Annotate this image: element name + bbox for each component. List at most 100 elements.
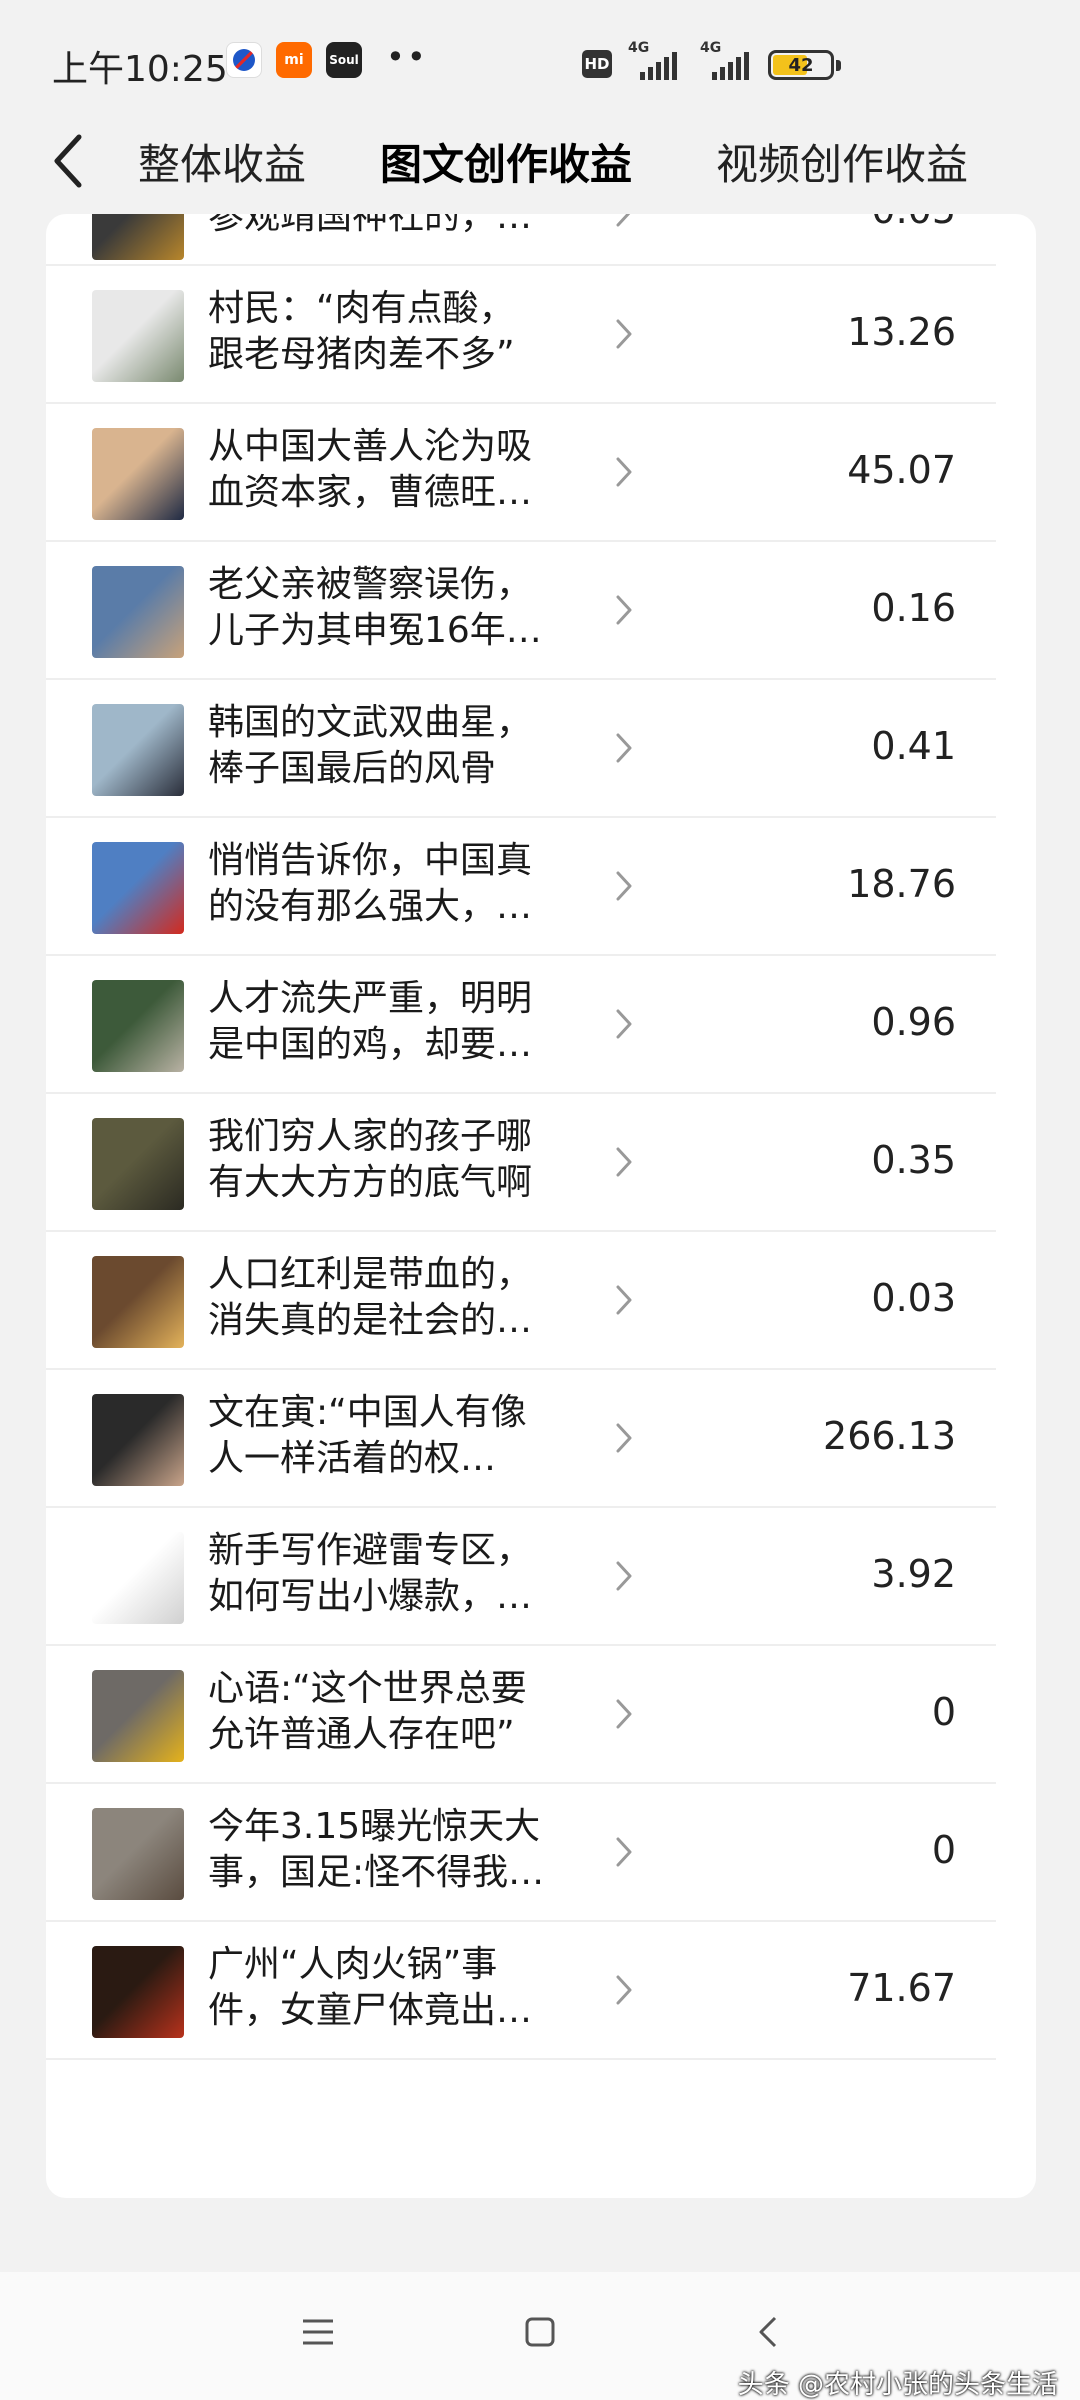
chevron-right-icon xyxy=(612,1144,636,1180)
tab-article-earnings[interactable]: 图文创作收益 xyxy=(380,126,632,196)
article-row[interactable]: 从中国大善人沦为吸 血资本家，曹德旺… 45.07 xyxy=(46,404,996,542)
article-title-line: 消失真的是社会的… xyxy=(208,1300,533,1341)
article-row[interactable]: 老父亲被警察误伤， 儿子为其申冤16年… 0.16 xyxy=(46,542,996,680)
article-row[interactable]: 韩国的文武双曲星， 棒子国最后的风骨 0.41 xyxy=(46,680,996,818)
tab-overall-earnings[interactable]: 整体收益 xyxy=(138,126,306,196)
article-title-line: 今年3.15曝光惊天大 xyxy=(208,1806,541,1847)
article-row[interactable]: 心语:“这个世界总要 允许普通人存在吧” 0 xyxy=(46,1646,996,1784)
earnings-amount: 0.03 xyxy=(871,1276,956,1320)
article-title-line: 人才流失严重，明明 xyxy=(208,978,533,1019)
article-row[interactable]: 人才流失严重，明明 是中国的鸡，却要… 0.96 xyxy=(46,956,996,1094)
recent-apps-button[interactable] xyxy=(288,2302,348,2362)
article-title-line: 是中国的鸡，却要… xyxy=(208,1024,533,1065)
article-row[interactable]: 我们穷人家的孩子哪 有大大方方的底气啊 0.35 xyxy=(46,1094,996,1232)
article-row[interactable]: 人口红利是带血的， 消失真的是社会的… 0.03 xyxy=(46,1232,996,1370)
article-row[interactable]: 广州“人肉火锅”事 件，女童尸体竟出… 71.67 xyxy=(46,1922,996,2060)
article-title-line: 村民：“肉有点酸， xyxy=(208,288,515,329)
article-title-line: 我们穷人家的孩子哪 xyxy=(208,1116,533,1157)
article-list: 参观靖国神社的，… 0.05 村民：“肉有点酸， 跟老母猪肉差不多” 13.26 从中国大… xyxy=(46,214,1036,2060)
article-title: 韩国的文武双曲星， 棒子国最后的风骨 xyxy=(208,700,588,792)
chevron-right-icon xyxy=(612,1558,636,1594)
square-icon xyxy=(525,2317,555,2347)
home-button[interactable] xyxy=(510,2302,570,2362)
article-title-line: 文在寅:“中国人有像 xyxy=(208,1392,527,1433)
system-back-button[interactable] xyxy=(738,2302,798,2362)
article-title-line: 事，国足:怪不得我… xyxy=(208,1852,545,1893)
chevron-right-icon xyxy=(612,1420,636,1456)
article-title-line: 新手写作避雷专区， xyxy=(208,1530,533,1571)
article-row[interactable]: 文在寅:“中国人有像 人一样活着的权… 266.13 xyxy=(46,1370,996,1508)
article-title: 参观靖国神社的，… xyxy=(208,214,588,240)
chevron-left-icon xyxy=(759,2316,777,2348)
earnings-list-card: 参观靖国神社的，… 0.05 村民：“肉有点酸， 跟老母猪肉差不多” 13.26 从中国大… xyxy=(46,214,1036,2198)
article-title-line: 心语:“这个世界总要 xyxy=(208,1668,527,1709)
more-notifications-icon: •• xyxy=(386,38,428,76)
article-title-line: 从中国大善人沦为吸 xyxy=(208,426,533,467)
article-row[interactable]: 新手写作避雷专区， 如何写出小爆款，… 3.92 xyxy=(46,1508,996,1646)
article-thumbnail xyxy=(92,566,184,658)
chevron-right-icon xyxy=(612,214,636,230)
article-thumbnail xyxy=(92,1256,184,1348)
status-bar: 上午10:25 mi Soul •• HD 4G 4G 42 xyxy=(0,0,1080,120)
article-row[interactable]: 今年3.15曝光惊天大 事，国足:怪不得我… 0 xyxy=(46,1784,996,1922)
watermark: 头条 @农村小张的头条生活 xyxy=(737,2370,1058,2400)
article-row[interactable]: 村民：“肉有点酸， 跟老母猪肉差不多” 13.26 xyxy=(46,266,996,404)
chevron-right-icon xyxy=(612,316,636,352)
back-button[interactable] xyxy=(38,126,98,196)
article-thumbnail xyxy=(92,428,184,520)
article-title-line: 韩国的文武双曲星， xyxy=(208,702,533,743)
chevron-right-icon xyxy=(612,730,636,766)
article-title: 悄悄告诉你，中国真 的没有那么强大，… xyxy=(208,838,588,930)
earnings-amount: 0 xyxy=(931,1690,956,1734)
article-title-line: 跟老母猪肉差不多” xyxy=(208,334,515,375)
article-title: 从中国大善人沦为吸 血资本家，曹德旺… xyxy=(208,424,588,516)
earnings-amount: 0 xyxy=(931,1828,956,1872)
article-title-line: 悄悄告诉你，中国真 xyxy=(208,840,533,881)
article-title: 老父亲被警察误伤， 儿子为其申冤16年… xyxy=(208,562,588,654)
article-title-line: 的没有那么强大，… xyxy=(208,886,533,927)
article-thumbnail xyxy=(92,1118,184,1210)
earnings-amount: 0.41 xyxy=(871,724,956,768)
menu-icon xyxy=(303,2319,333,2345)
article-thumbnail xyxy=(92,214,184,260)
battery-icon: 42 xyxy=(768,50,841,80)
article-title: 人口红利是带血的， 消失真的是社会的… xyxy=(208,1252,588,1344)
battery-level: 42 xyxy=(788,54,814,76)
earnings-amount: 71.67 xyxy=(847,1966,956,2010)
tab-header: 整体收益 图文创作收益 视频创作收益 xyxy=(0,112,1080,212)
article-title-line: 人一样活着的权… xyxy=(208,1438,497,1479)
article-thumbnail xyxy=(92,1532,184,1624)
article-title-line: 允许普通人存在吧” xyxy=(208,1714,515,1755)
article-title: 广州“人肉火锅”事 件，女童尸体竟出… xyxy=(208,1942,588,2034)
article-thumbnail xyxy=(92,1670,184,1762)
article-thumbnail xyxy=(92,1946,184,2038)
chevron-right-icon xyxy=(612,1006,636,1042)
chevron-right-icon xyxy=(612,1696,636,1732)
article-title: 今年3.15曝光惊天大 事，国足:怪不得我… xyxy=(208,1804,588,1896)
article-title-line: 广州“人肉火锅”事 xyxy=(208,1944,498,1985)
article-title-line: 如何写出小爆款，… xyxy=(208,1576,533,1617)
article-title-line: 件，女童尸体竟出… xyxy=(208,1990,533,2031)
chevron-right-icon xyxy=(612,1834,636,1870)
article-title: 新手写作避雷专区， 如何写出小爆款，… xyxy=(208,1528,588,1620)
earnings-amount: 0.05 xyxy=(736,214,956,232)
chevron-right-icon xyxy=(612,592,636,628)
article-title: 文在寅:“中国人有像 人一样活着的权… xyxy=(208,1390,588,1482)
mi-app-icon: mi xyxy=(276,42,312,78)
article-title-line: 参观靖国神社的，… xyxy=(208,214,533,237)
article-thumbnail xyxy=(92,290,184,382)
chevron-right-icon xyxy=(612,1282,636,1318)
article-title-line: 人口红利是带血的， xyxy=(208,1254,533,1295)
article-title-line: 有大大方方的底气啊 xyxy=(208,1162,533,1203)
earnings-amount: 18.76 xyxy=(847,862,956,906)
article-title-line: 老父亲被警察误伤， xyxy=(208,564,533,605)
article-thumbnail xyxy=(92,1808,184,1900)
article-row[interactable]: 悄悄告诉你，中国真 的没有那么强大，… 18.76 xyxy=(46,818,996,956)
article-title: 人才流失严重，明明 是中国的鸡，却要… xyxy=(208,976,588,1068)
chevron-right-icon xyxy=(612,868,636,904)
tab-video-earnings[interactable]: 视频创作收益 xyxy=(716,126,968,196)
article-thumbnail xyxy=(92,842,184,934)
article-row[interactable]: 参观靖国神社的，… 0.05 xyxy=(46,214,996,266)
status-time: 上午10:25 xyxy=(52,49,228,90)
earnings-amount: 266.13 xyxy=(823,1414,956,1458)
